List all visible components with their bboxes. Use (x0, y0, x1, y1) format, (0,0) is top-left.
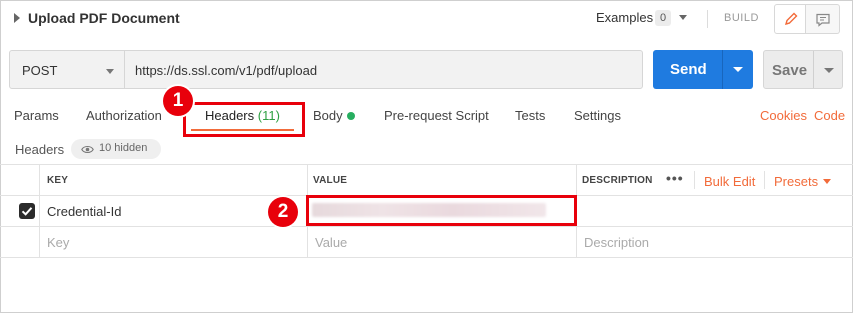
send-label: Send (670, 61, 707, 78)
chevron-down-icon[interactable] (733, 67, 743, 72)
table-top-border (0, 164, 853, 165)
examples-count-badge: 0 (655, 10, 671, 26)
column-divider (39, 164, 40, 257)
hidden-headers-toggle[interactable]: 10 hidden (71, 139, 161, 159)
new-value-input[interactable]: Value (315, 235, 347, 250)
new-description-input[interactable]: Description (584, 235, 649, 250)
callout-badge-1: 1 (163, 86, 193, 116)
table-bottom-border (0, 257, 853, 258)
tab-body[interactable]: Body (313, 108, 343, 123)
chevron-down-icon[interactable] (679, 15, 687, 20)
divider (722, 50, 723, 89)
tab-tests[interactable]: Tests (515, 108, 545, 123)
divider (813, 51, 814, 88)
column-header-value: VALUE (313, 175, 348, 186)
chevron-down-icon (106, 69, 114, 74)
url-input[interactable]: https://ds.ssl.com/v1/pdf/upload (124, 50, 643, 89)
headers-section-label: Headers (15, 142, 65, 157)
edit-button[interactable] (774, 4, 806, 34)
method-select[interactable]: POST (9, 50, 125, 89)
column-divider (694, 171, 695, 189)
headers-tab-highlight (183, 102, 305, 137)
column-header-key: KEY (47, 175, 69, 186)
cookies-link[interactable]: Cookies (760, 108, 807, 123)
comment-icon (815, 12, 831, 28)
send-button[interactable]: Send (653, 50, 753, 89)
tab-authorization[interactable]: Authorization (86, 108, 162, 123)
chevron-down-icon[interactable] (824, 68, 834, 73)
column-header-description: DESCRIPTION (582, 175, 653, 186)
collapse-caret-icon[interactable] (14, 13, 20, 23)
new-key-input[interactable]: Key (47, 235, 69, 250)
table-row-border (0, 226, 853, 227)
bulk-edit-link[interactable]: Bulk Edit (704, 174, 755, 189)
hidden-count-text: 10 hidden (99, 142, 148, 154)
column-divider (764, 171, 765, 189)
body-status-dot (347, 112, 355, 120)
value-cell-highlight (306, 195, 577, 226)
divider (707, 10, 708, 28)
check-icon (21, 207, 33, 216)
code-link[interactable]: Code (814, 108, 845, 123)
top-bar: Upload PDF Document Examples 0 BUILD (0, 0, 853, 38)
save-label: Save (772, 62, 808, 79)
tab-settings[interactable]: Settings (574, 108, 621, 123)
tab-pre-request-script[interactable]: Pre-request Script (384, 108, 489, 123)
row-enabled-checkbox[interactable] (19, 203, 35, 219)
method-value: POST (22, 63, 58, 78)
callout-badge-2: 2 (268, 197, 298, 227)
tab-params[interactable]: Params (14, 108, 59, 123)
eye-icon (81, 143, 94, 158)
chevron-down-icon[interactable] (823, 179, 831, 184)
presets-dropdown[interactable]: Presets (774, 174, 818, 189)
pencil-icon (783, 11, 799, 27)
examples-dropdown-label[interactable]: Examples (596, 10, 653, 25)
comments-button[interactable] (806, 4, 840, 34)
more-options-icon[interactable]: ••• (666, 170, 684, 186)
url-value: https://ds.ssl.com/v1/pdf/upload (135, 63, 318, 78)
request-title[interactable]: Upload PDF Document (28, 10, 180, 26)
build-mode-label[interactable]: BUILD (724, 12, 759, 24)
header-key-cell[interactable]: Credential-Id (47, 204, 121, 219)
save-button[interactable]: Save (763, 50, 843, 89)
